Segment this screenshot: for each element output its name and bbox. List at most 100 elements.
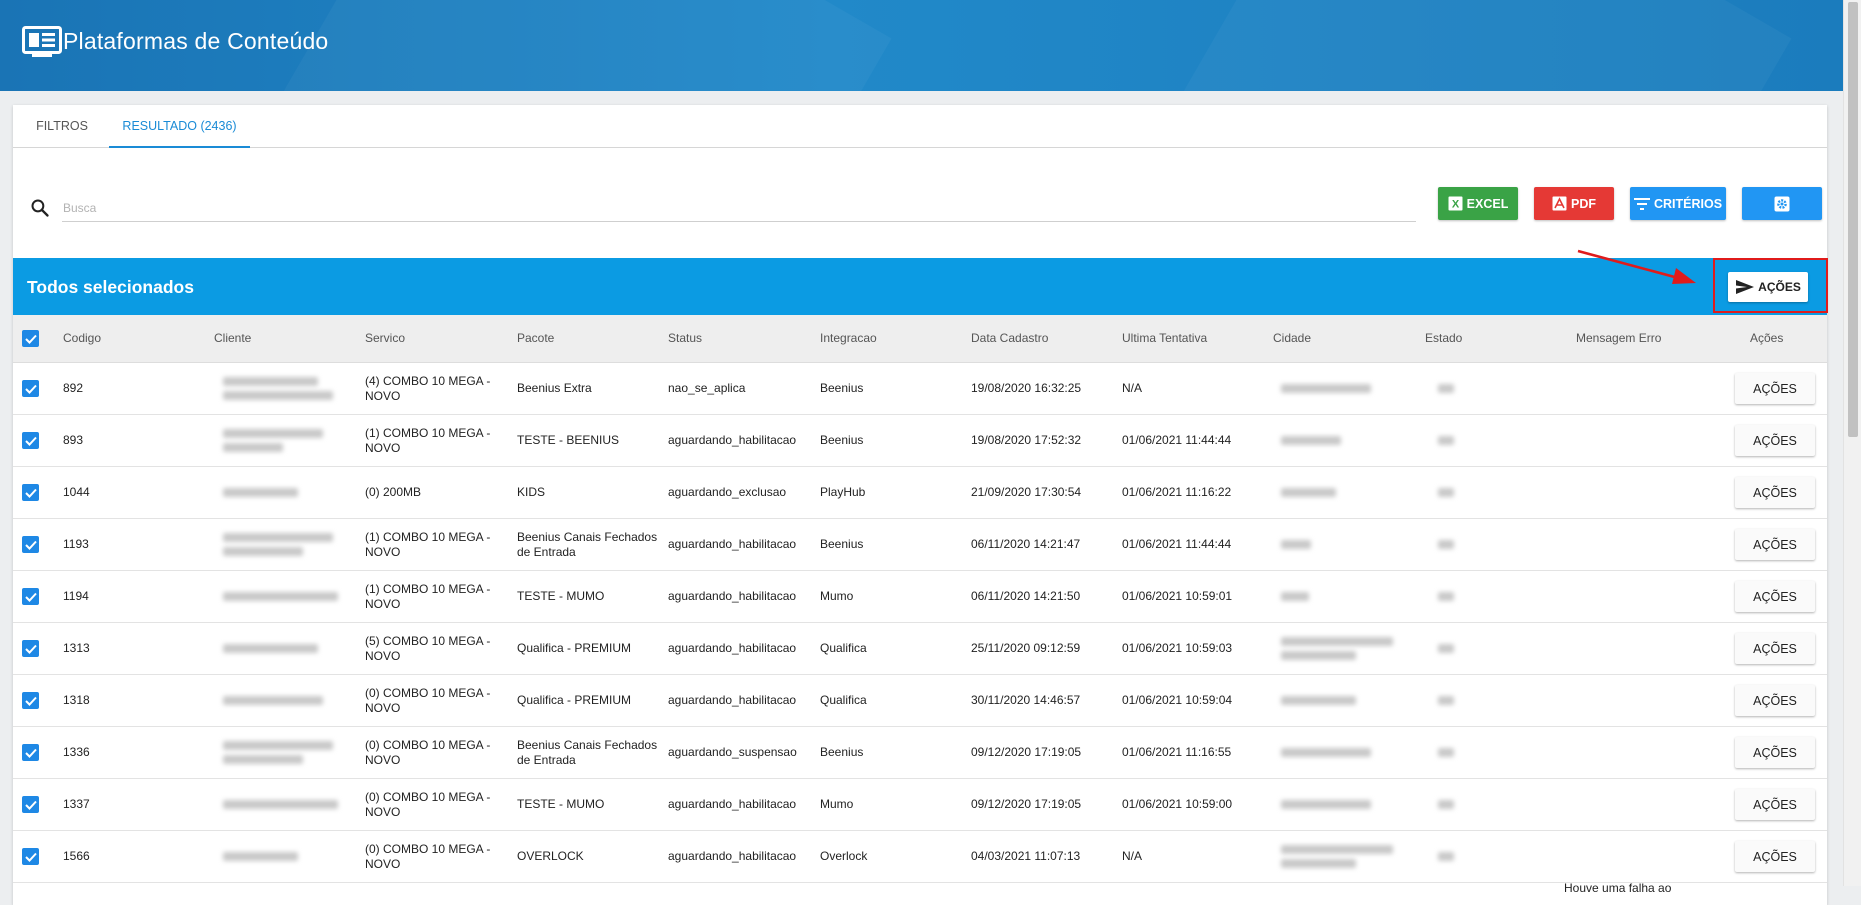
row-actions-button[interactable]: AÇÕES <box>1735 685 1815 716</box>
column-header-servico[interactable]: Servico <box>365 315 405 362</box>
cell-status: aguardando_habilitacao <box>668 433 797 447</box>
column-header-mensagem-erro[interactable]: Mensagem Erro <box>1576 315 1661 362</box>
row-checkbox[interactable] <box>22 588 39 605</box>
bulk-actions-button[interactable]: AÇÕES <box>1728 272 1808 302</box>
cell-ultima-tentativa: 01/06/2021 10:59:00 <box>1122 797 1233 811</box>
cell-pacote: KIDS <box>517 485 546 499</box>
row-actions-button[interactable]: AÇÕES <box>1735 425 1815 456</box>
check-icon <box>24 334 37 344</box>
cell-pacote: OVERLOCK <box>517 849 584 863</box>
cell-pacote: TESTE - MUMO <box>517 589 605 603</box>
cell-ultima-tentativa: 01/06/2021 10:59:04 <box>1122 693 1233 707</box>
partial-error-message: Houve uma falha ao <box>1564 881 1672 895</box>
row-checkbox[interactable] <box>22 848 39 865</box>
cell-codigo: 1193 <box>63 537 89 551</box>
bulk-actions-label: AÇÕES <box>1758 280 1801 294</box>
row-checkbox[interactable] <box>22 744 39 761</box>
results-card: FILTROS RESULTADO (2436) X EXCEL PDF <box>13 105 1827 905</box>
row-checkbox[interactable] <box>22 536 39 553</box>
cell-data-cadastro: 06/11/2020 14:21:47 <box>971 537 1081 551</box>
row-checkbox[interactable] <box>22 484 39 501</box>
cell-cliente-redacted <box>223 363 333 414</box>
search-input[interactable] <box>62 195 1416 222</box>
cell-servico: (5) COMBO 10 MEGA - NOVO <box>365 633 491 663</box>
table-row[interactable]: 1313 (5) COMBO 10 MEGA - NOVO Qualifica - … <box>13 623 1827 675</box>
row-actions-button[interactable]: AÇÕES <box>1735 789 1815 820</box>
table-row[interactable]: 892 (4) COMBO 10 MEGA - NOVO Beenius Extra… <box>13 363 1827 415</box>
scrollbar-thumb[interactable] <box>1848 2 1858 437</box>
table-row[interactable]: 1193 (1) COMBO 10 MEGA - NOVO Beenius Cana… <box>13 519 1827 571</box>
cell-status: aguardando_habilitacao <box>668 537 797 551</box>
column-header-cidade[interactable]: Cidade <box>1273 315 1311 362</box>
row-actions-button[interactable]: AÇÕES <box>1735 633 1815 664</box>
cell-cidade-redacted <box>1281 571 1309 622</box>
settings-button[interactable] <box>1742 187 1822 220</box>
cell-data-cadastro: 30/11/2020 14:46:57 <box>971 693 1081 707</box>
column-header-integracao[interactable]: Integracao <box>820 315 877 362</box>
cell-codigo: 1337 <box>63 797 90 811</box>
column-header-status[interactable]: Status <box>668 315 702 362</box>
cell-integracao: Beenius <box>820 433 864 447</box>
cell-mensagem-erro <box>1576 467 1721 518</box>
cell-status: aguardando_exclusao <box>668 485 787 499</box>
tab-filtros[interactable]: FILTROS <box>25 105 99 147</box>
page-scrollbar[interactable] <box>1843 0 1861 886</box>
pdf-button[interactable]: PDF <box>1534 187 1614 220</box>
cell-integracao: Mumo <box>820 797 854 811</box>
table-row[interactable]: 1194 (1) COMBO 10 MEGA - NOVO TESTE - MUMO… <box>13 571 1827 623</box>
row-actions-button[interactable]: AÇÕES <box>1735 477 1815 508</box>
cell-cidade-redacted <box>1281 727 1371 778</box>
cell-estado-redacted <box>1438 363 1454 414</box>
cell-cidade-redacted <box>1281 363 1371 414</box>
table-row[interactable]: 1318 (0) COMBO 10 MEGA - NOVO Qualifica - … <box>13 675 1827 727</box>
cell-servico: (0) 200MB <box>365 485 422 499</box>
check-icon <box>24 540 37 550</box>
cell-pacote: Beenius Canais Fechados de Entrada <box>517 529 658 559</box>
cell-cidade-redacted <box>1281 519 1311 570</box>
header-decoration <box>1108 0 1792 91</box>
cell-pacote: Qualifica - PREMIUM <box>517 693 632 707</box>
tab-bar: FILTROS RESULTADO (2436) <box>13 105 1827 148</box>
excel-button[interactable]: X EXCEL <box>1438 187 1518 220</box>
cell-codigo: 1194 <box>63 589 89 603</box>
cell-estado-redacted <box>1438 727 1454 778</box>
row-checkbox[interactable] <box>22 380 39 397</box>
column-header-estado[interactable]: Estado <box>1425 315 1462 362</box>
row-checkbox[interactable] <box>22 640 39 657</box>
cell-estado-redacted <box>1438 623 1454 674</box>
cell-codigo: 893 <box>63 433 84 447</box>
table-row[interactable]: 893 (1) COMBO 10 MEGA - NOVO TESTE - BEENI… <box>13 415 1827 467</box>
table-row[interactable]: 1044 (0) 200MB KIDS aguardando_exclusao Play… <box>13 467 1827 519</box>
filter-icon <box>1633 197 1650 211</box>
select-all-checkbox[interactable] <box>22 330 39 347</box>
column-header-ultima-tentativa[interactable]: Ultima Tentativa <box>1122 315 1207 362</box>
row-checkbox[interactable] <box>22 796 39 813</box>
check-icon <box>24 852 37 862</box>
column-header-data-cadastro[interactable]: Data Cadastro <box>971 315 1048 362</box>
row-checkbox[interactable] <box>22 432 39 449</box>
tab-resultado[interactable]: RESULTADO (2436) <box>109 105 250 148</box>
cell-codigo: 1566 <box>63 849 90 863</box>
cell-mensagem-erro <box>1576 415 1721 466</box>
table-row[interactable]: 1336 (0) COMBO 10 MEGA - NOVO Beenius Cana… <box>13 727 1827 779</box>
cell-cidade-redacted <box>1281 779 1371 830</box>
column-header-cliente[interactable]: Cliente <box>214 315 251 362</box>
column-header-codigo[interactable]: Codigo <box>63 315 101 362</box>
row-checkbox[interactable] <box>22 692 39 709</box>
cell-ultima-tentativa: 01/06/2021 11:44:44 <box>1122 433 1232 447</box>
row-actions-button[interactable]: AÇÕES <box>1735 581 1815 612</box>
row-actions-button[interactable]: AÇÕES <box>1735 529 1815 560</box>
cell-codigo: 892 <box>63 381 84 395</box>
cell-integracao: Qualifica <box>820 641 867 655</box>
table-row[interactable]: 1337 (0) COMBO 10 MEGA - NOVO TESTE - MUMO… <box>13 779 1827 831</box>
check-icon <box>24 696 37 706</box>
row-actions-button[interactable]: AÇÕES <box>1735 737 1815 768</box>
cell-mensagem-erro <box>1576 571 1721 622</box>
criterios-button[interactable]: CRITÉRIOS <box>1630 187 1726 220</box>
cell-servico: (0) COMBO 10 MEGA - NOVO <box>365 737 491 767</box>
row-actions-button[interactable]: AÇÕES <box>1735 373 1815 404</box>
cell-data-cadastro: 06/11/2020 14:21:50 <box>971 589 1081 603</box>
row-actions-button[interactable]: AÇÕES <box>1735 841 1815 872</box>
table-row[interactable]: 1566 (0) COMBO 10 MEGA - NOVO OVERLOCK agua… <box>13 831 1827 883</box>
column-header-pacote[interactable]: Pacote <box>517 315 554 362</box>
